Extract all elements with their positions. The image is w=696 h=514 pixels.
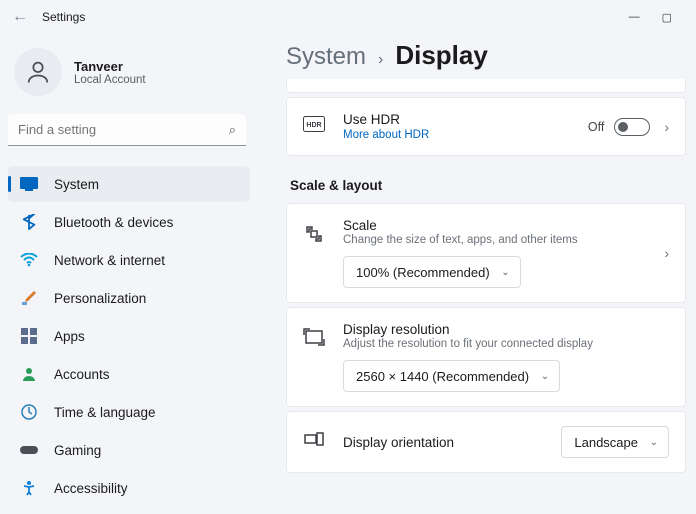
- user-name: Tanveer: [74, 59, 146, 74]
- nav-label: Time & language: [54, 405, 156, 420]
- scale-value: 100% (Recommended): [356, 265, 490, 280]
- orientation-dropdown[interactable]: Landscape ⌄: [561, 426, 669, 458]
- nav-label: Personalization: [54, 291, 146, 306]
- search-box[interactable]: ⌕: [8, 114, 246, 146]
- resolution-icon: [303, 322, 325, 351]
- partial-card-top: [286, 79, 686, 93]
- nav-item-network[interactable]: Network & internet: [8, 242, 250, 278]
- scale-dropdown[interactable]: 100% (Recommended) ⌄: [343, 256, 521, 288]
- hdr-title: Use HDR: [343, 112, 570, 127]
- nav-item-accounts[interactable]: Accounts: [8, 356, 250, 392]
- nav-item-time-language[interactable]: Time & language: [8, 394, 250, 430]
- orientation-card[interactable]: Display orientation Landscape ⌄: [286, 411, 686, 473]
- page-title: Display: [395, 40, 488, 71]
- nav-item-accessibility[interactable]: Accessibility: [8, 470, 250, 506]
- resolution-card[interactable]: Display resolution Adjust the resolution…: [286, 307, 686, 407]
- section-scale-layout: Scale & layout: [290, 178, 686, 193]
- search-input[interactable]: [8, 114, 246, 146]
- chevron-right-icon: ›: [378, 51, 383, 69]
- chevron-down-icon: ⌄: [501, 267, 509, 278]
- scale-desc: Change the size of text, apps, and other…: [343, 234, 646, 246]
- nav-label: Accounts: [54, 367, 110, 382]
- apps-icon: [20, 327, 38, 345]
- back-icon[interactable]: ←: [8, 8, 32, 26]
- hdr-link[interactable]: More about HDR: [343, 129, 570, 141]
- breadcrumb: System › Display: [286, 40, 686, 71]
- nav-item-gaming[interactable]: Gaming: [8, 432, 250, 468]
- window-title: Settings: [42, 10, 85, 24]
- search-icon: ⌕: [229, 122, 236, 138]
- maximize-icon[interactable]: ▢: [662, 11, 672, 24]
- nav-label: Network & internet: [54, 253, 165, 268]
- resolution-title: Display resolution: [343, 322, 669, 337]
- nav-item-apps[interactable]: Apps: [8, 318, 250, 354]
- nav-item-bluetooth[interactable]: Bluetooth & devices: [8, 204, 250, 240]
- content-area: System › Display HDR Use HDR More about …: [258, 34, 696, 514]
- globe-clock-icon: [20, 403, 38, 421]
- nav-label: Accessibility: [54, 481, 128, 496]
- hdr-icon: HDR: [303, 116, 325, 137]
- chevron-right-icon[interactable]: ›: [664, 245, 669, 261]
- orientation-title: Display orientation: [343, 435, 543, 450]
- bluetooth-icon: [20, 213, 38, 231]
- scale-icon: [303, 218, 325, 249]
- chevron-down-icon: ⌄: [650, 437, 658, 448]
- minimize-icon[interactable]: —: [629, 11, 640, 24]
- nav-label: Bluetooth & devices: [54, 215, 173, 230]
- orientation-icon: [303, 432, 325, 453]
- resolution-dropdown[interactable]: 2560 × 1440 (Recommended) ⌄: [343, 360, 560, 392]
- resolution-desc: Adjust the resolution to fit your connec…: [343, 338, 669, 350]
- window-controls: — ▢: [629, 11, 672, 24]
- profile-block[interactable]: Tanveer Local Account: [8, 38, 250, 114]
- nav-item-personalization[interactable]: Personalization: [8, 280, 250, 316]
- hdr-toggle-label: Off: [588, 120, 604, 134]
- accessibility-icon: [20, 479, 38, 497]
- hdr-toggle[interactable]: [614, 118, 650, 136]
- person-icon: [20, 365, 38, 383]
- breadcrumb-parent[interactable]: System: [286, 43, 366, 71]
- nav-label: Apps: [54, 329, 85, 344]
- nav-item-system[interactable]: System: [8, 166, 250, 202]
- avatar: [14, 48, 62, 96]
- nav-list: System Bluetooth & devices Network & int…: [8, 166, 250, 506]
- chevron-down-icon: ⌄: [541, 371, 549, 382]
- title-bar: ← Settings — ▢: [0, 0, 696, 34]
- scale-title: Scale: [343, 218, 646, 233]
- chevron-right-icon[interactable]: ›: [664, 119, 669, 135]
- svg-text:HDR: HDR: [306, 122, 321, 129]
- brush-icon: [20, 289, 38, 307]
- user-account-type: Local Account: [74, 74, 146, 86]
- nav-label: Gaming: [54, 443, 101, 458]
- system-icon: [20, 175, 38, 193]
- gamepad-icon: [20, 441, 38, 459]
- scale-card[interactable]: Scale Change the size of text, apps, and…: [286, 203, 686, 303]
- nav-label: System: [54, 177, 99, 192]
- orientation-value: Landscape: [574, 435, 638, 450]
- hdr-card[interactable]: HDR Use HDR More about HDR Off ›: [286, 97, 686, 156]
- resolution-value: 2560 × 1440 (Recommended): [356, 369, 529, 384]
- wifi-icon: [20, 251, 38, 269]
- sidebar: Tanveer Local Account ⌕ System Bluetooth…: [0, 34, 258, 514]
